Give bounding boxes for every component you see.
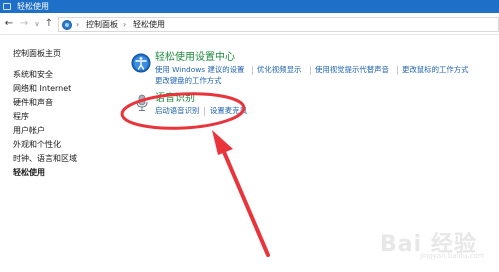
link-divider: [204, 107, 205, 116]
ease-center-title[interactable]: 轻松使用设置中心: [155, 52, 235, 64]
breadcrumb-ease-of-access[interactable]: 轻松使用: [133, 18, 165, 31]
link-start-speech-recognition[interactable]: 启动语音识别: [155, 106, 199, 116]
watermark-url: jingyan.baidu.com: [420, 252, 485, 260]
link-divider: [310, 66, 311, 75]
recent-locations-dropdown-icon[interactable]: ∨: [31, 18, 43, 30]
sidebar-item-hardware-sound[interactable]: 硬件和声音: [13, 98, 53, 108]
forward-arrow-icon[interactable]: →: [18, 18, 30, 30]
breadcrumb-separator[interactable]: ›: [76, 18, 79, 31]
window-icon: [3, 3, 11, 10]
sidebar-item-ease-of-access[interactable]: 轻松使用: [13, 168, 45, 178]
breadcrumb-separator[interactable]: ›: [123, 18, 126, 31]
sidebar-item-control-panel-home[interactable]: 控制面板主页: [13, 49, 61, 59]
sidebar-item-clock-language-region[interactable]: 时钟、语言和区域: [13, 154, 77, 164]
link-optimize-video-display[interactable]: 优化视频显示: [257, 65, 301, 75]
window-title: 轻松使用: [17, 2, 49, 11]
annotation-arrowhead: [212, 130, 233, 155]
sidebar-item-system-security[interactable]: 系统和安全: [13, 70, 53, 80]
title-bar: 轻松使用: [0, 0, 499, 13]
ease-of-access-icon: [131, 53, 151, 73]
navigation-bar: ← → ∨ ↑ › 控制面板 › 轻松使用: [0, 13, 499, 35]
link-visual-cues-for-sounds[interactable]: 使用视觉提示代替声音: [315, 65, 389, 75]
sidebar-item-network-internet[interactable]: 网络和 Internet: [13, 84, 71, 94]
sidebar-item-appearance[interactable]: 外观和个性化: [13, 140, 61, 150]
link-change-keyboard-settings[interactable]: 更改键盘的工作方式: [155, 76, 222, 86]
sidebar-item-user-accounts[interactable]: 用户帐户: [13, 126, 45, 136]
up-arrow-icon[interactable]: ↑: [43, 18, 55, 30]
back-arrow-icon[interactable]: ←: [3, 18, 15, 30]
annotation-arrow: [222, 150, 270, 257]
address-bar[interactable]: › 控制面板 › 轻松使用: [58, 17, 499, 32]
microphone-icon: [136, 94, 148, 111]
link-change-mouse-settings[interactable]: 更改鼠标的工作方式: [402, 65, 469, 75]
sidebar-item-programs[interactable]: 程序: [13, 112, 29, 122]
link-divider: [252, 66, 253, 75]
speech-recognition-title[interactable]: 语音识别: [155, 93, 195, 105]
link-divider: [397, 66, 398, 75]
control-panel-icon: [62, 20, 72, 30]
link-set-up-microphone[interactable]: 设置麦克风: [210, 106, 247, 116]
link-use-windows-recommended[interactable]: 使用 Windows 建议的设置: [155, 65, 244, 75]
breadcrumb-control-panel[interactable]: 控制面板: [86, 18, 118, 31]
